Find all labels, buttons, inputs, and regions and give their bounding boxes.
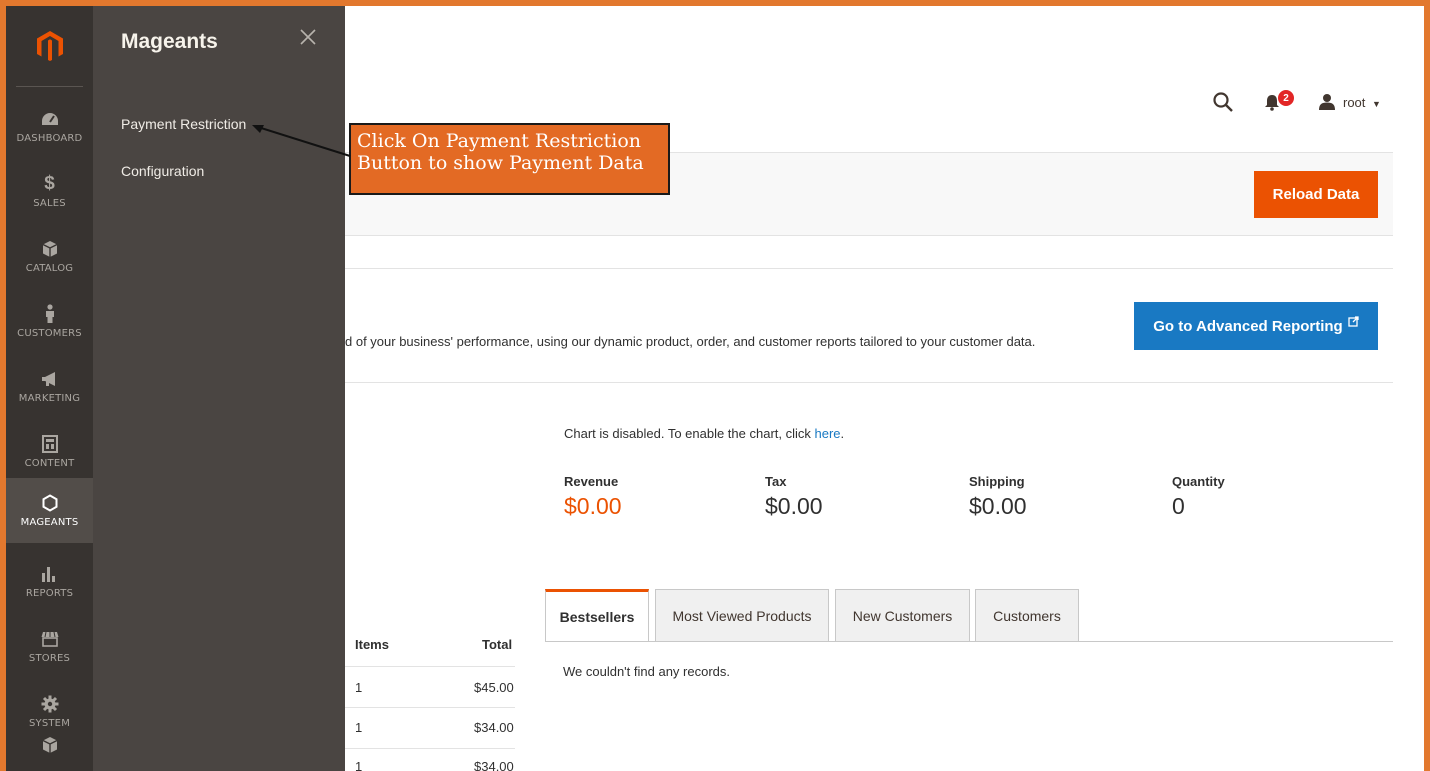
chevron-down-icon: ▼ [1372,99,1381,109]
storefront-icon [41,630,59,648]
tab-bestsellers[interactable]: Bestsellers [545,589,649,642]
instruction-callout: Click On Payment Restriction Button to s… [349,123,670,195]
gear-icon [41,695,59,713]
nav-item-marketing[interactable]: MARKETING [6,354,93,419]
nav-item-mageants[interactable]: MAGEANTS [6,478,93,543]
totals-value: $0.00 [765,493,823,519]
close-icon[interactable] [299,28,317,46]
nav-label: MARKETING [18,392,81,404]
nav-item-dashboard[interactable]: DASHBOARD [6,94,93,159]
nav-item-reports[interactable]: REPORTS [6,549,93,614]
table-row-divider [345,748,515,749]
panel-title: Mageants [121,30,218,53]
search-icon[interactable] [1212,90,1234,114]
external-link-icon [1348,314,1359,331]
chart-message-text: Chart is disabled. To enable the chart, … [564,426,815,441]
no-records-message: We couldn't find any records. [563,664,730,679]
dollar-icon: $ [44,172,55,194]
orders-header-total: Total [482,637,513,652]
nav-label: CONTENT [24,457,75,469]
megaphone-icon [41,370,59,388]
notification-count-badge[interactable]: 2 [1278,90,1294,106]
totals-label: Quantity [1172,474,1225,489]
totals-quantity: Quantity 0 [1172,474,1225,520]
nav-item-system[interactable]: SYSTEM [6,679,93,744]
nav-label: STORES [28,652,71,664]
table-row-items: 1 [355,759,363,771]
nav-label: CUSTOMERS [17,327,82,339]
nav-item-stores[interactable]: STORES [6,614,93,679]
nav-item-customers[interactable]: CUSTOMERS [6,289,93,354]
bar-chart-icon [41,565,59,583]
totals-tax: Tax $0.00 [765,474,823,520]
totals-label: Tax [765,474,787,489]
submenu-payment-restriction[interactable]: Payment Restriction [121,116,246,132]
enable-chart-link[interactable]: here [815,426,841,441]
magento-logo[interactable] [6,6,93,86]
hexagon-icon [41,493,59,512]
magento-logo-icon [36,31,63,61]
extensions-icon [41,736,59,754]
nav-label: SALES [33,197,66,209]
table-row-items: 1 [355,680,363,695]
nav-label: SYSTEM [28,717,71,729]
totals-value: $0.00 [564,493,622,519]
advanced-reporting-button[interactable]: Go to Advanced Reporting [1134,302,1378,350]
table-row-items: 1 [355,720,363,735]
chart-disabled-message: Chart is disabled. To enable the chart, … [564,426,844,441]
person-icon [41,303,59,323]
layout-icon [41,434,59,453]
tabs-divider [545,641,1393,642]
admin-sidebar: DASHBOARD $ SALES CATALOG CUSTOMERS MARK… [6,6,93,771]
submenu-configuration[interactable]: Configuration [121,163,204,179]
table-row-total: $34.00 [474,759,514,771]
totals-revenue: Revenue $0.00 [564,474,622,520]
nav-label: DASHBOARD [16,132,83,144]
nav-label: CATALOG [25,262,74,274]
nav-item-catalog[interactable]: CATALOG [6,224,93,289]
orders-header-items: Items [355,637,389,652]
nav-item-sales[interactable]: $ SALES [6,159,93,224]
nav-label: REPORTS [25,587,74,599]
tab-most-viewed-products[interactable]: Most Viewed Products [655,589,829,642]
totals-value: $0.00 [969,493,1027,519]
table-row-total: $45.00 [474,680,514,695]
tab-customers[interactable]: Customers [975,589,1079,642]
box-icon [41,240,59,258]
user-icon[interactable] [1318,90,1336,114]
nav-item-extensions[interactable] [6,736,93,771]
callout-line-1: Click On Payment Restriction [357,130,642,152]
dashboard-icon [41,110,59,128]
reload-data-button[interactable]: Reload Data [1254,171,1378,218]
logo-divider [16,86,83,87]
user-account-menu[interactable]: root ▼ [1343,95,1381,110]
section-divider [345,382,1393,383]
chart-message-end: . [840,426,845,441]
nav-item-content[interactable]: CONTENT [6,419,93,484]
section-divider [345,268,1393,269]
table-row-total: $34.00 [474,720,514,735]
callout-line-2: Button to show Payment Data [357,152,644,174]
totals-label: Revenue [564,474,619,489]
totals-shipping: Shipping $0.00 [969,474,1027,520]
nav-label: MAGEANTS [20,516,79,528]
totals-label: Shipping [969,474,1025,489]
advanced-reporting-label: Go to Advanced Reporting [1153,317,1343,335]
advanced-reporting-intro: d of your business' performance, using o… [345,334,1036,349]
totals-value: 0 [1172,493,1185,519]
user-name: root [1343,95,1366,110]
table-row-divider [345,707,515,708]
tab-new-customers[interactable]: New Customers [835,589,970,642]
table-row-divider [345,666,515,667]
callout-arrow-icon [252,125,351,157]
